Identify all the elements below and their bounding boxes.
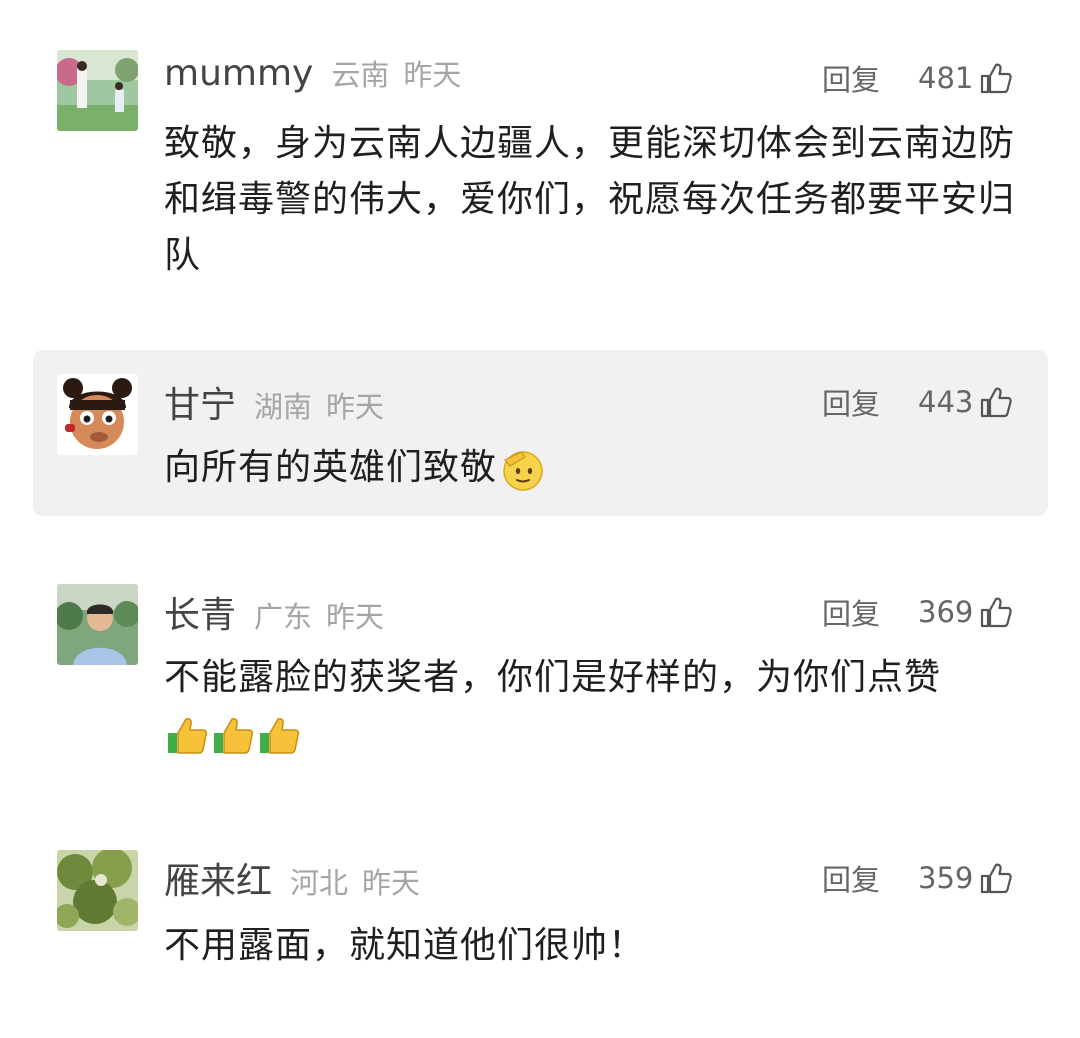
thumbs-up-outline-icon[interactable] — [979, 61, 1013, 95]
comment-text: 不能露脸的获奖者，你们是好样的，为你们点赞 — [164, 650, 1024, 762]
avatar[interactable] — [57, 50, 138, 131]
comment-meta: 云南 昨天 — [331, 52, 461, 94]
location: 云南 — [331, 58, 390, 92]
thumbs-up-emoji — [260, 718, 300, 754]
reply-button[interactable]: 回复 — [822, 591, 880, 633]
like-count: 481 — [918, 61, 974, 95]
thumbs-up-outline-icon[interactable] — [979, 385, 1013, 419]
comment-text-content: 向所有的英雄们致敬 — [164, 447, 498, 488]
saluting-face-emoji — [503, 451, 543, 491]
timestamp: 昨天 — [403, 58, 462, 92]
avatar[interactable] — [57, 584, 138, 665]
comment-item: 雁来红 河北 昨天 回复 359 不用露面，就知道他们很帅！ — [0, 826, 1080, 1006]
timestamp: 昨天 — [326, 600, 385, 634]
comment-text: 不用露面，就知道他们很帅！ — [164, 925, 646, 966]
thumbs-up-emoji — [168, 718, 208, 754]
avatar[interactable] — [57, 374, 138, 455]
timestamp: 昨天 — [362, 866, 421, 900]
location: 广东 — [254, 600, 313, 634]
thumbs-up-outline-icon[interactable] — [979, 595, 1013, 629]
comment-meta: 广东 昨天 — [254, 594, 384, 636]
avatar[interactable] — [57, 850, 138, 931]
comment-text-content: 不能露脸的获奖者，你们是好样的，为你们点赞 — [164, 657, 942, 698]
like-count: 359 — [918, 861, 974, 895]
username[interactable]: 长青 — [164, 586, 236, 638]
location: 湖南 — [254, 390, 313, 424]
reply-button[interactable]: 回复 — [822, 857, 880, 899]
username[interactable]: 雁来红 — [164, 852, 272, 904]
thumbs-up-outline-icon[interactable] — [979, 861, 1013, 895]
reply-button[interactable]: 回复 — [822, 57, 880, 99]
thumbs-up-emoji — [214, 718, 254, 754]
username[interactable]: mummy — [164, 53, 313, 94]
comment-meta: 河北 昨天 — [290, 860, 420, 902]
username[interactable]: 甘宁 — [164, 376, 236, 428]
comment-text: 致敬，身为云南人边疆人，更能深切体会到云南边防和缉毒警的伟大，爱你们，祝愿每次任… — [164, 123, 1016, 276]
comment-item: 甘宁 湖南 昨天 回复 443 向所有的英雄们致敬 — [0, 350, 1080, 516]
location: 河北 — [290, 866, 349, 900]
timestamp: 昨天 — [326, 390, 385, 424]
comment-item: mummy 云南 昨天 回复 481 致敬，身为云南人边疆人，更能深切体会到云南边… — [0, 0, 1080, 320]
comment-meta: 湖南 昨天 — [254, 384, 384, 426]
like-count: 369 — [918, 595, 974, 629]
reply-button[interactable]: 回复 — [822, 381, 880, 423]
comment-text: 向所有的英雄们致敬 — [164, 440, 1024, 496]
comment-item: 长青 广东 昨天 回复 369 不能露脸的获奖者，你们是好样的，为你们点赞 — [0, 560, 1080, 820]
like-count: 443 — [918, 385, 974, 419]
